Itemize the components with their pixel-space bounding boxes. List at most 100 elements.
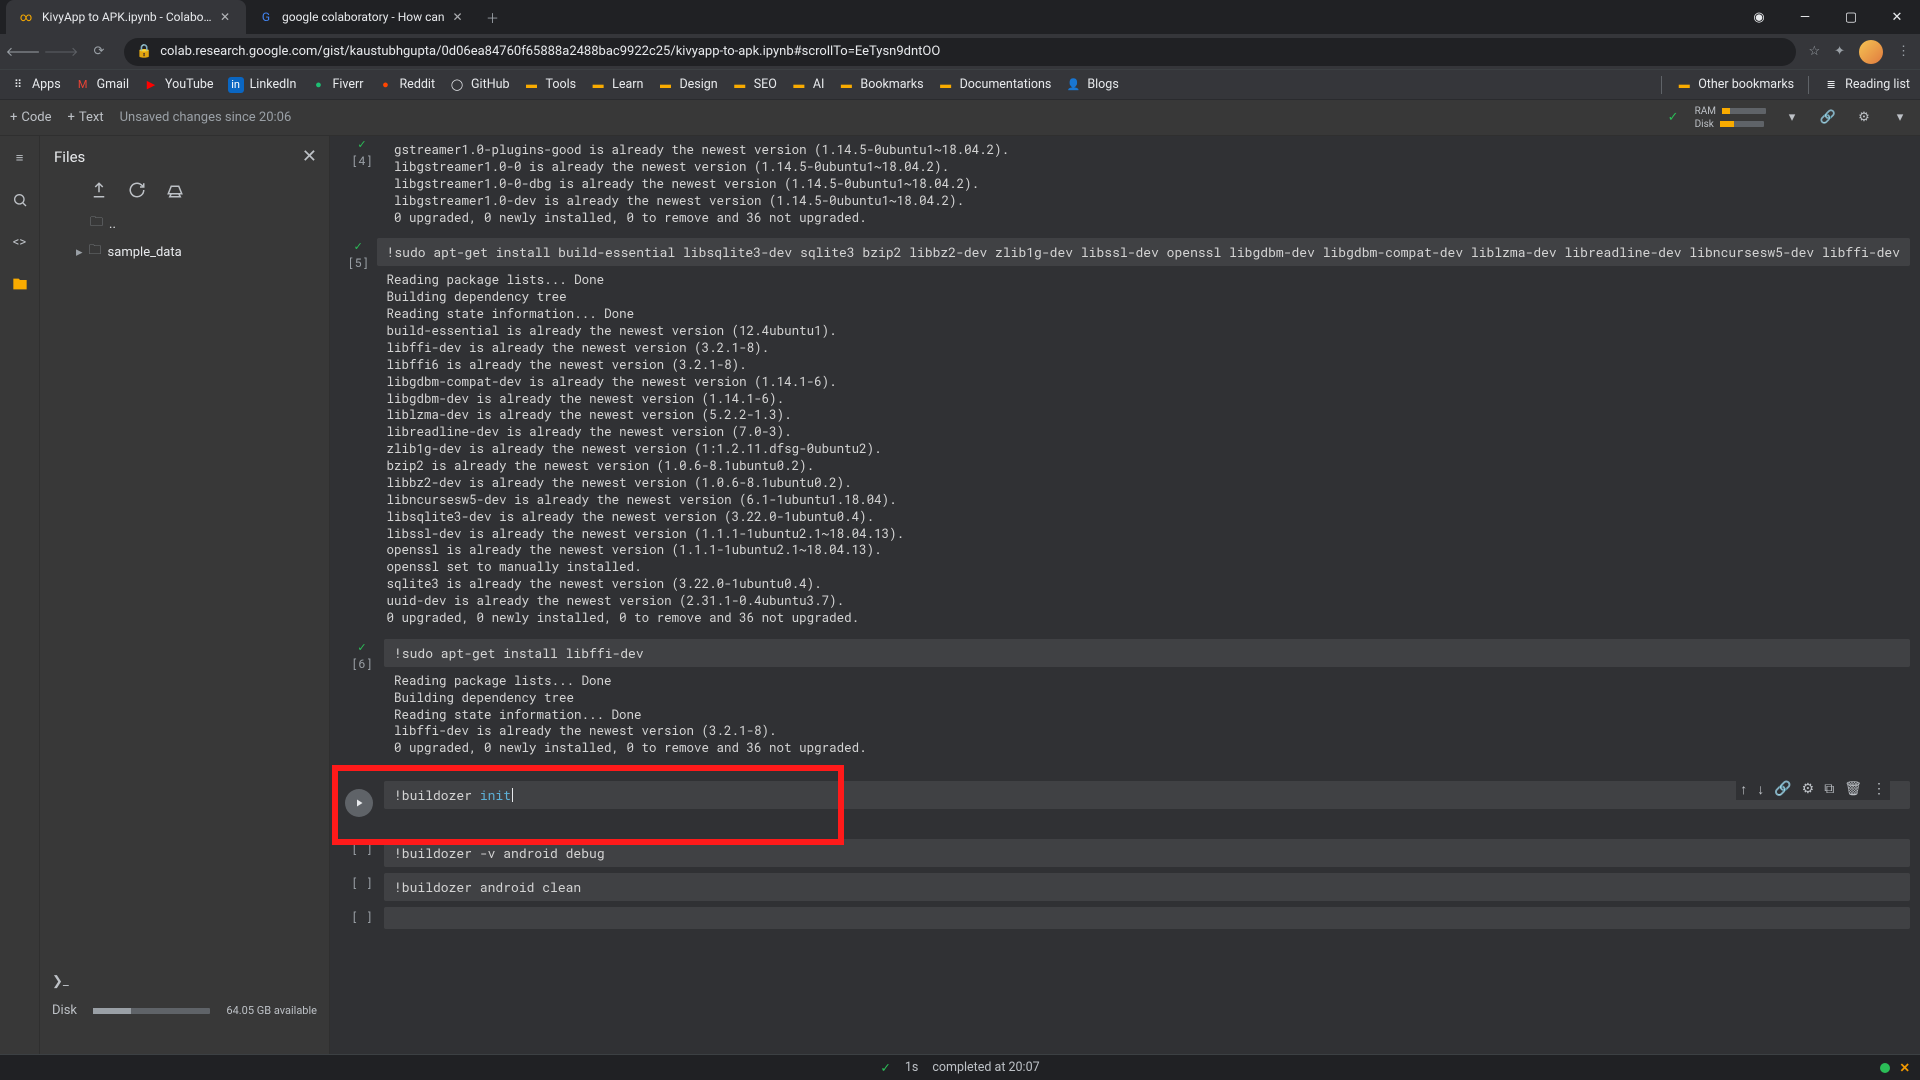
bookmark-github[interactable]: ◯GitHub <box>449 77 509 93</box>
close-status-icon[interactable]: ✕ <box>1900 1060 1910 1076</box>
file-node-sample-data[interactable]: ▸🗀sample_data <box>90 241 319 263</box>
colab-favicon: ∞ <box>18 9 34 25</box>
chrome-menu-icon[interactable]: ⋮ <box>1897 44 1910 59</box>
chevron-down-icon[interactable]: ▾ <box>1890 110 1910 125</box>
disk-available: 64.05 GB available <box>226 1004 317 1017</box>
disk-bar <box>1720 121 1764 127</box>
ram-disk-indicator[interactable]: RAM Disk <box>1695 106 1766 130</box>
bookmark-bookmarks[interactable]: ▬Bookmarks <box>838 77 923 93</box>
account-dot-icon[interactable]: ◉ <box>1736 0 1782 34</box>
google-favicon: G <box>258 9 274 25</box>
code-cell-active[interactable]: !buildozer init ↑ ↓ 🔗 ⚙ ⧉ 🗑 ⋮ <box>340 781 1910 817</box>
terminal-icon[interactable]: ❯_ <box>52 974 69 989</box>
move-down-icon[interactable]: ↓ <box>1757 781 1764 798</box>
folder-icon: ▬ <box>590 77 606 93</box>
status-check-icon: ✓ <box>880 1060 890 1076</box>
bookmark-design[interactable]: ▬Design <box>657 77 717 93</box>
bookmark-linkedin[interactable]: inLinkedIn <box>228 77 297 93</box>
delete-cell-icon[interactable]: 🗑 <box>1844 781 1862 798</box>
close-window-button[interactable]: ✕ <box>1874 0 1920 34</box>
run-cell-button[interactable] <box>345 789 373 817</box>
disk-label: Disk <box>52 1003 77 1018</box>
mount-drive-icon[interactable] <box>166 181 184 199</box>
code-cell-4[interactable]: ✓[4] gstreamer1.0-plugins-good is alread… <box>340 136 1910 232</box>
chevron-down-icon[interactable]: ▾ <box>1782 110 1802 125</box>
folder-icon: ▬ <box>1676 77 1692 93</box>
code-cell-5[interactable]: ✓[5] !sudo apt-get install build-essenti… <box>340 238 1910 632</box>
add-code-cell-button[interactable]: +Code <box>10 110 52 125</box>
code-snippets-icon[interactable]: <> <box>10 232 30 252</box>
add-text-cell-button[interactable]: +Text <box>68 110 104 125</box>
bookmark-youtube[interactable]: ▶YouTube <box>143 77 214 93</box>
save-status: Unsaved changes since 20:06 <box>120 110 292 125</box>
connected-check-icon: ✓ <box>1668 110 1679 125</box>
link-icon[interactable]: 🔗 <box>1818 110 1838 125</box>
close-tab-icon[interactable]: ✕ <box>220 10 234 24</box>
move-up-icon[interactable]: ↑ <box>1740 781 1747 798</box>
bookmark-reddit[interactable]: ●Reddit <box>377 77 435 93</box>
link-cell-icon[interactable]: 🔗 <box>1774 781 1791 798</box>
toc-icon[interactable]: ≡ <box>10 148 30 168</box>
nav-forward-button[interactable]: 🡒 <box>48 39 74 65</box>
new-tab-button[interactable]: ＋ <box>479 0 507 34</box>
notebook-area[interactable]: ✓[4] gstreamer1.0-plugins-good is alread… <box>330 136 1920 1054</box>
gmail-icon: M <box>75 77 91 93</box>
bookmark-reading-list[interactable]: ≣Reading list <box>1823 77 1910 93</box>
linkedin-icon: in <box>228 77 244 93</box>
url-input[interactable]: 🔒 colab.research.google.com/gist/kaustub… <box>124 38 1796 66</box>
folder-icon: 🗀 <box>89 241 102 263</box>
chevron-right-icon: ▸ <box>76 245 83 260</box>
code-cell[interactable]: [ ] !buildozer android clean <box>340 873 1910 901</box>
code-input[interactable]: !sudo apt-get install libffi-dev <box>384 639 1910 667</box>
bookmark-learn[interactable]: ▬Learn <box>590 77 643 93</box>
code-cell[interactable]: [ ] !buildozer -v android debug <box>340 839 1910 867</box>
search-icon[interactable] <box>10 190 30 210</box>
mirror-cell-icon[interactable]: ⧉ <box>1824 781 1834 798</box>
profile-avatar[interactable] <box>1859 40 1883 64</box>
bookmark-tools[interactable]: ▬Tools <box>524 77 577 93</box>
close-panel-button[interactable]: ✕ <box>302 146 317 167</box>
upload-icon[interactable] <box>90 181 108 199</box>
bookmark-fiverr[interactable]: ●Fiverr <box>310 77 363 93</box>
folder-icon: ▬ <box>838 77 854 93</box>
cell-output: gstreamer1.0-plugins-good is already the… <box>384 136 1910 232</box>
cell-status-check-icon: ✓ <box>357 138 366 151</box>
browser-tab-active[interactable]: ∞ KivyApp to APK.ipynb - Colabora ✕ <box>6 0 246 34</box>
bookmark-blogs[interactable]: 👤Blogs <box>1065 77 1118 93</box>
cell-output: Reading package lists... Done Building d… <box>384 667 1910 763</box>
plus-icon: + <box>68 110 75 125</box>
code-input[interactable] <box>384 907 1910 929</box>
tab-title: google colaboratory - How can <box>282 10 445 24</box>
bookmark-ai[interactable]: ▬AI <box>791 77 825 93</box>
tab-title: KivyApp to APK.ipynb - Colabora <box>42 10 212 24</box>
code-input[interactable]: !buildozer -v android debug <box>384 839 1910 867</box>
code-input[interactable]: !buildozer init <box>384 781 1910 809</box>
extensions-icon[interactable]: ✦ <box>1834 44 1845 59</box>
cell-settings-icon[interactable]: ⚙ <box>1802 781 1815 798</box>
star-icon[interactable]: ☆ <box>1808 44 1820 59</box>
code-input[interactable]: !buildozer android clean <box>384 873 1910 901</box>
nav-reload-button[interactable]: ⟳ <box>86 39 112 65</box>
code-cell-empty[interactable]: [ ] <box>340 907 1910 929</box>
minimize-window-button[interactable]: — <box>1782 0 1828 34</box>
code-input[interactable]: !sudo apt-get install build-essential li… <box>377 238 1910 266</box>
cell-menu-icon[interactable]: ⋮ <box>1872 781 1886 798</box>
files-panel-title: Files <box>54 148 302 166</box>
bookmark-seo[interactable]: ▬SEO <box>732 77 777 93</box>
browser-tab[interactable]: G google colaboratory - How can ✕ <box>246 0 479 34</box>
maximize-window-button[interactable]: ▢ <box>1828 0 1874 34</box>
files-icon[interactable] <box>10 274 30 294</box>
bookmark-other[interactable]: ▬Other bookmarks <box>1676 77 1794 93</box>
settings-gear-icon[interactable]: ⚙ <box>1854 110 1874 125</box>
bookmark-apps[interactable]: ⠿Apps <box>10 77 61 93</box>
bookmark-documentations[interactable]: ▬Documentations <box>938 77 1052 93</box>
cell-status-check-icon: ✓ <box>354 240 363 253</box>
nav-back-button[interactable]: 🡐 <box>10 39 36 65</box>
blogs-icon: 👤 <box>1065 77 1081 93</box>
close-tab-icon[interactable]: ✕ <box>453 10 467 24</box>
refresh-icon[interactable] <box>128 181 146 199</box>
browser-address-bar: 🡐 🡒 ⟳ 🔒 colab.research.google.com/gist/k… <box>0 34 1920 70</box>
code-cell-6[interactable]: ✓[6] !sudo apt-get install libffi-dev Re… <box>340 639 1910 763</box>
file-node-parent[interactable]: 🗀.. <box>90 213 319 235</box>
bookmark-gmail[interactable]: MGmail <box>75 77 129 93</box>
